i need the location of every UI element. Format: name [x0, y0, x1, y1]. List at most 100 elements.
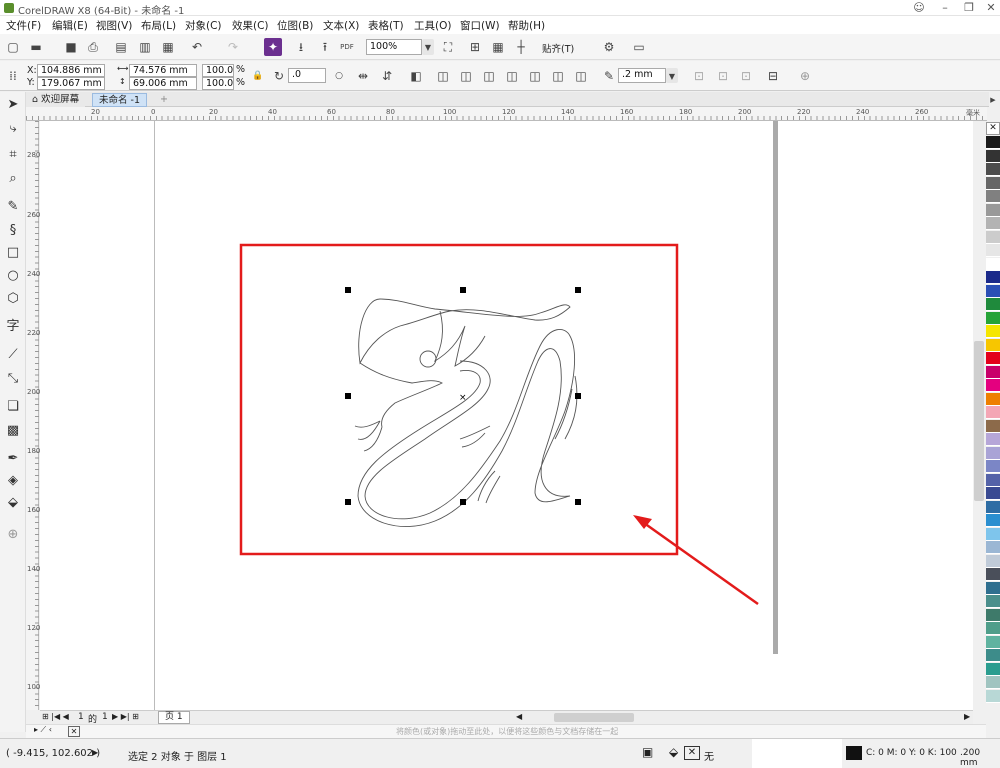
height-field[interactable]: 69.006 mm [129, 77, 197, 90]
weld-icon[interactable]: ◫ [434, 67, 452, 85]
vertical-ruler[interactable]: 280 260 240 220 200 180 160 140 120 100 [26, 121, 40, 710]
menu-table[interactable]: 表格(T) [368, 18, 404, 33]
new-document-icon[interactable]: ▢ [4, 38, 22, 56]
combine-icon[interactable]: ◧ [407, 67, 425, 85]
dock-expand-icon[interactable]: ▶ [987, 96, 999, 104]
application-launcher-icon[interactable]: ▭ [630, 38, 648, 56]
first-page-icon[interactable]: ⊞ |◀ ◀ [42, 712, 69, 721]
export-icon[interactable]: ⭱ [316, 38, 334, 56]
rotation-angle-field[interactable]: .0 [288, 68, 326, 83]
color-swatch[interactable] [986, 338, 1000, 352]
artistic-media-icon[interactable]: § [4, 222, 22, 240]
handle[interactable] [575, 393, 581, 399]
object-origin-icon[interactable]: ⁞⁞ [4, 67, 22, 85]
vertical-scroll-thumb[interactable] [974, 341, 984, 501]
zoom-tool-icon[interactable]: ⌕ [4, 170, 22, 188]
transparency-icon[interactable]: ▩ [4, 422, 22, 440]
align-distribute-icon[interactable]: ⊟ [764, 67, 782, 85]
color-swatch[interactable] [986, 487, 1000, 500]
front-minus-back-icon[interactable]: ◫ [526, 67, 544, 85]
lock-ratio-icon[interactable]: 🔒 [249, 67, 267, 85]
eyedropper-icon[interactable]: ✒ [4, 450, 22, 468]
color-swatch[interactable] [986, 406, 1000, 419]
connector-tool-icon[interactable]: ⤡ [4, 370, 22, 388]
color-swatch[interactable] [986, 190, 1000, 203]
color-swatch[interactable] [986, 149, 1000, 163]
color-swatch[interactable] [986, 608, 1000, 622]
status-expand-icon[interactable]: ▶ [92, 748, 98, 757]
text-tool-icon[interactable]: 字 [4, 318, 22, 336]
wrap-text-icon[interactable]: ⊡ [690, 67, 708, 85]
add-tool-icon[interactable]: ⊕ [4, 526, 22, 544]
palette-arrow-icon[interactable]: ▸ ⟋ ‹ [34, 725, 52, 735]
handle[interactable] [460, 499, 466, 505]
save-icon[interactable]: ■ [62, 38, 80, 56]
color-swatch[interactable] [986, 635, 1000, 649]
show-rulers-icon[interactable]: ⊞ [466, 38, 484, 56]
page-tab[interactable]: 页 1 [158, 711, 190, 724]
scale-x-field[interactable]: 100.0 [202, 64, 234, 77]
width-field[interactable]: 74.576 mm [129, 64, 197, 77]
mirror-horizontal-icon[interactable]: ⇹ [354, 67, 372, 85]
open-folder-icon[interactable]: ▬ [27, 38, 45, 56]
outline-color-swatch[interactable] [846, 746, 862, 760]
search-content-icon[interactable]: ✦ [264, 38, 282, 56]
add-tab-icon[interactable]: + [154, 93, 174, 107]
color-swatch[interactable] [986, 298, 1000, 311]
zoom-level-field[interactable]: 100% [366, 39, 422, 55]
crop-tool-icon[interactable]: ⌗ [4, 146, 22, 164]
convert-curves-icon[interactable]: ⊡ [737, 67, 755, 85]
ellipse-tool-icon[interactable]: ○ [4, 267, 22, 285]
rectangle-tool-icon[interactable]: □ [4, 244, 22, 262]
color-swatch[interactable] [986, 649, 1000, 662]
drawing-canvas[interactable]: × [40, 121, 973, 710]
boundary-icon[interactable]: ◫ [572, 67, 590, 85]
color-swatch[interactable] [986, 568, 1000, 581]
color-swatch[interactable] [986, 284, 1000, 298]
menu-tools[interactable]: 工具(O) [414, 18, 451, 33]
menu-file[interactable]: 文件(F) [6, 18, 41, 33]
user-icon[interactable]: ☺ [906, 0, 932, 16]
color-proof-icon[interactable]: ▣ [642, 745, 653, 759]
x-position-field[interactable]: 104.886 mm [37, 64, 105, 77]
vertical-scrollbar[interactable] [973, 121, 985, 710]
back-minus-front-icon[interactable]: ◫ [549, 67, 567, 85]
publish-pdf-icon[interactable]: PDF [338, 38, 356, 56]
handle[interactable] [345, 499, 351, 505]
color-swatch[interactable] [986, 230, 1000, 244]
color-swatch[interactable] [986, 203, 1000, 217]
menu-layout[interactable]: 布局(L) [141, 18, 176, 33]
color-swatch[interactable] [986, 176, 1000, 190]
horizontal-scrollbar[interactable]: ◀ ▶ [516, 710, 973, 724]
color-swatch[interactable] [986, 244, 1000, 257]
zoom-dropdown-icon[interactable]: ▼ [422, 39, 434, 55]
create-boundary-icon[interactable]: ⊡ [714, 67, 732, 85]
add-property-icon[interactable]: ⊕ [796, 67, 814, 85]
color-swatch[interactable] [986, 365, 1000, 379]
snap-to-button[interactable]: 贴齐(T) [542, 41, 574, 55]
outline-dropdown-icon[interactable]: ▼ [666, 68, 678, 83]
color-swatch[interactable] [986, 392, 1000, 406]
drop-shadow-icon[interactable]: ❏ [4, 398, 22, 416]
show-guidelines-icon[interactable]: ┼ [512, 38, 530, 56]
color-swatch[interactable] [986, 622, 1000, 635]
next-page-icon[interactable]: ▶ ▶| ⊞ [112, 712, 139, 721]
color-swatch[interactable] [986, 514, 1000, 527]
import-icon[interactable]: ⭳ [292, 38, 310, 56]
color-swatch[interactable] [986, 662, 1000, 676]
no-color-swatch[interactable]: ✕ [986, 122, 1000, 135]
color-swatch[interactable] [986, 311, 1000, 325]
freehand-tool-icon[interactable]: ✎ [4, 198, 22, 216]
intersect-icon[interactable]: ◫ [480, 67, 498, 85]
outline-width-field[interactable]: .2 mm [618, 68, 666, 83]
handle[interactable] [345, 393, 351, 399]
cut-icon[interactable]: ▤ [112, 38, 130, 56]
handle[interactable] [345, 287, 351, 293]
close-button[interactable]: ✕ [978, 0, 1000, 16]
handle[interactable] [460, 287, 466, 293]
menu-help[interactable]: 帮助(H) [508, 18, 545, 33]
color-swatch[interactable] [986, 271, 1000, 284]
color-swatch[interactable] [986, 689, 1000, 703]
no-fill-swatch[interactable]: ✕ [684, 746, 700, 760]
mirror-vertical-icon[interactable]: ⇵ [378, 67, 396, 85]
